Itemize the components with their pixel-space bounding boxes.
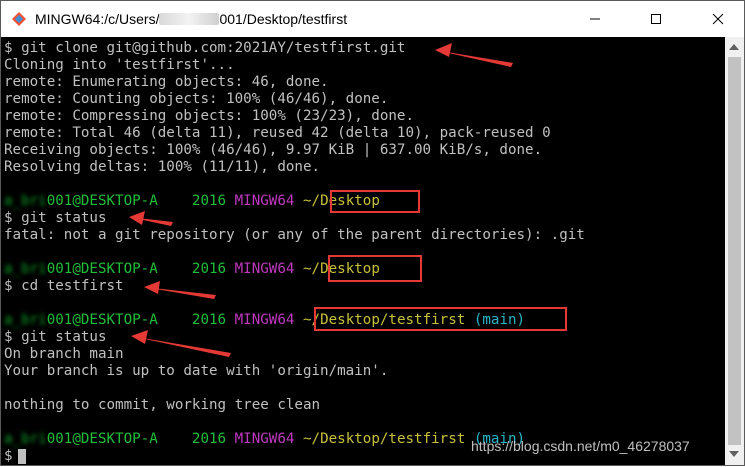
prompt-shell: MINGW64 — [234, 193, 295, 209]
terminal-window: MINGW64:/c/Users/001/Desktop/testfirst $… — [0, 0, 745, 466]
prompt-user-host: 001@DESKTOP-A 2016 — [46, 261, 227, 277]
command-line: $ git clone git@github.com:2021AY/testfi… — [4, 40, 406, 56]
output-line: Resolving deltas: 100% (11/11), done. — [4, 159, 321, 175]
window-title: MINGW64:/c/Users/001/Desktop/testfirst — [35, 11, 348, 27]
scroll-thumb[interactable] — [728, 57, 741, 445]
prompt-branch: (main) — [473, 312, 526, 328]
close-button[interactable] — [695, 1, 741, 37]
minimize-button[interactable] — [572, 1, 618, 37]
output-line: Your branch is up to date with 'origin/m… — [4, 363, 389, 379]
minimize-icon — [590, 18, 600, 20]
maximize-button[interactable] — [633, 1, 679, 37]
prompt-shell: MINGW64 — [234, 431, 295, 447]
prompt-shell: MINGW64 — [234, 261, 295, 277]
prompt-shell: MINGW64 — [234, 312, 295, 328]
git-bash-icon — [12, 12, 26, 26]
scroll-up-icon[interactable] — [729, 44, 739, 50]
text-cursor — [18, 449, 26, 464]
output-line: remote: Enumerating objects: 46, done. — [4, 74, 329, 90]
redacted-user: a_bri — [4, 312, 47, 328]
prompt-path: ~/Desktop/testfirst — [302, 312, 466, 328]
output-line: remote: Compressing objects: 100% (23/23… — [4, 108, 414, 124]
redacted-username — [159, 13, 220, 25]
output-line: remote: Counting objects: 100% (46/46), … — [4, 91, 389, 107]
prompt-path: ~/Desktop — [302, 193, 380, 209]
input-line[interactable]: $ — [4, 448, 13, 465]
prompt-path: ~/Desktop/testfirst — [302, 431, 466, 447]
shell-prompt: a_bri001@DESKTOP-A 2016 MINGW64 ~/Deskto… — [4, 312, 525, 329]
output-line: Receiving objects: 100% (46/46), 9.97 Ki… — [4, 142, 543, 158]
prompt-user-host: 001@DESKTOP-A 2016 — [46, 431, 227, 447]
error-line: fatal: not a git repository (or any of t… — [4, 227, 585, 243]
output-line: nothing to commit, working tree clean — [4, 397, 321, 413]
command-line: $ git status — [4, 210, 107, 226]
shell-prompt: a_bri001@DESKTOP-A 2016 MINGW64 ~/Deskto… — [4, 261, 380, 278]
redacted-user: a_bri — [4, 431, 47, 447]
terminal-output[interactable]: $ git clone git@github.com:2021AY/testfi… — [2, 37, 725, 465]
output-line: Cloning into 'testfirst'... — [4, 57, 235, 73]
redacted-user: a_bri — [4, 193, 47, 209]
shell-prompt: a_bri001@DESKTOP-A 2016 MINGW64 ~/Deskto… — [4, 193, 380, 210]
close-icon — [712, 13, 724, 25]
output-line: On branch main — [4, 346, 124, 362]
output-line: remote: Total 46 (delta 11), reused 42 (… — [4, 125, 551, 141]
redacted-user: a_bri — [4, 261, 47, 277]
watermark: https://blog.csdn.net/m0_46278037 — [471, 438, 690, 454]
command-line: $ cd testfirst — [4, 278, 124, 294]
vertical-scrollbar[interactable] — [725, 37, 744, 465]
prompt-path: ~/Desktop — [302, 261, 380, 277]
command-line: $ git status — [4, 329, 107, 345]
prompt-user-host: 001@DESKTOP-A 2016 — [46, 193, 227, 209]
shell-prompt: a_bri001@DESKTOP-A 2016 MINGW64 ~/Deskto… — [4, 431, 525, 448]
prompt-user-host: 001@DESKTOP-A 2016 — [46, 312, 227, 328]
scroll-down-icon[interactable] — [729, 451, 739, 457]
title-bar[interactable]: MINGW64:/c/Users/001/Desktop/testfirst — [1, 1, 744, 37]
maximize-icon — [651, 14, 661, 24]
